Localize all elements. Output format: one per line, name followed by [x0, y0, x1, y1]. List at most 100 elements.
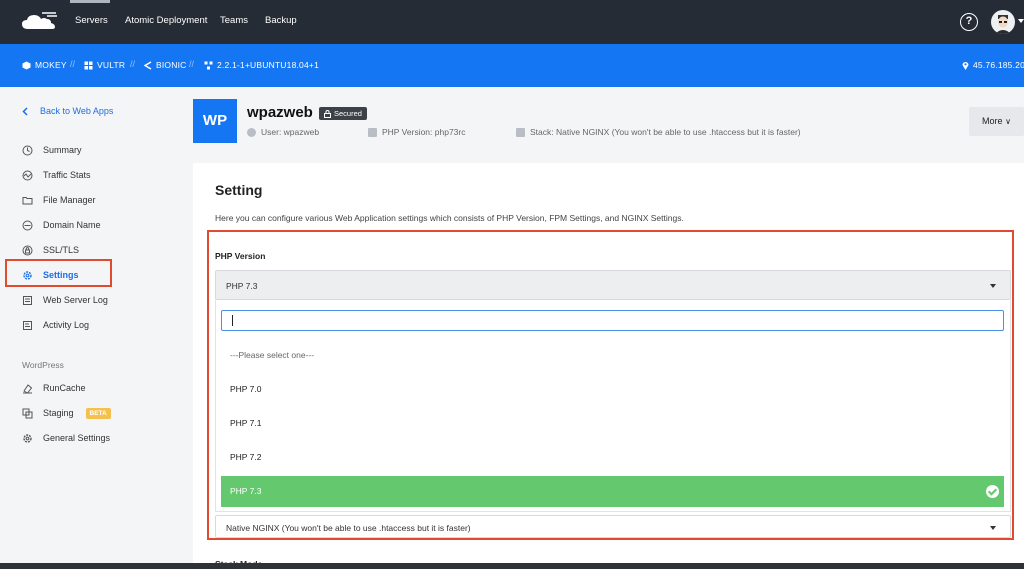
sidebar-item-label: Settings	[43, 270, 79, 280]
secured-label: Secured	[334, 109, 362, 118]
page-title: Setting	[215, 182, 263, 198]
cache-icon	[23, 383, 33, 394]
log-icon	[23, 295, 32, 305]
dropdown-option-label: PHP 7.3	[230, 486, 262, 496]
active-nav-indicator	[70, 0, 110, 3]
lock-icon	[22, 245, 33, 255]
php-version-label: PHP Version	[215, 251, 266, 261]
sidebar-item-domain-name[interactable]: Domain Name	[22, 218, 101, 232]
app-php-label: PHP Version: php73rc	[382, 127, 466, 137]
chevron-down-icon[interactable]	[1018, 19, 1024, 23]
sidebar-item-label: General Settings	[43, 433, 111, 443]
sidebar-item-traffic-stats[interactable]: Traffic Stats	[22, 168, 91, 182]
activity-icon	[23, 320, 32, 330]
domain-icon	[22, 220, 33, 230]
secured-badge: Secured	[319, 107, 367, 120]
provider-name[interactable]: VULTR	[84, 60, 125, 70]
check-icon	[986, 485, 999, 498]
sidebar-item-label: Activity Log	[43, 320, 90, 330]
chevron-down-icon	[990, 284, 996, 288]
user-icon	[247, 127, 256, 137]
back-to-web-apps-link[interactable]: Back to Web Apps	[22, 106, 113, 116]
sidebar-item-label: RunCache	[43, 383, 86, 393]
app-name: wpazweb	[247, 104, 313, 121]
summary-icon	[22, 145, 33, 155]
sidebar-item-label: File Manager	[43, 195, 96, 205]
server-ip[interactable]: 45.76.185.20	[962, 60, 1024, 70]
back-link-label: Back to Web Apps	[40, 106, 114, 116]
os-icon	[144, 60, 152, 70]
sidebar-item-label: Summary	[43, 145, 82, 155]
php-version-dropdown: ---Please select one--- PHP 7.0 PHP 7.1 …	[215, 300, 1011, 512]
sidebar-item-label: SSL/TLS	[43, 245, 80, 255]
server-info-bar: MOKEY // VULTR // BIONIC // 2.2.1-1+UBUN…	[0, 44, 1024, 87]
stack-icon	[516, 127, 525, 137]
help-icon[interactable]: ?	[960, 13, 978, 31]
sidebar-item-summary[interactable]: Summary	[22, 143, 82, 157]
wordpress-section-heading: WordPress	[22, 360, 64, 370]
folder-icon	[22, 196, 33, 204]
sidebar-item-file-manager[interactable]: File Manager	[22, 193, 96, 207]
sidebar-item-web-server-log[interactable]: Web Server Log	[22, 293, 108, 307]
grid-icon	[84, 61, 93, 69]
more-button[interactable]: More ∨	[969, 107, 1024, 136]
user-avatar[interactable]	[991, 10, 1015, 34]
gear-icon	[23, 433, 32, 443]
provider-label: VULTR	[97, 60, 126, 70]
sidebar-item-general-settings[interactable]: General Settings	[22, 431, 110, 445]
php-version-select[interactable]: PHP 7.3	[215, 270, 1011, 300]
separator: //	[70, 59, 76, 69]
dropdown-search-input[interactable]	[221, 310, 1004, 331]
os-label: BIONIC	[156, 60, 187, 70]
nav-teams[interactable]: Teams	[220, 15, 248, 26]
cube-icon	[22, 61, 31, 69]
lock-icon	[324, 109, 331, 118]
cloud-logo-icon[interactable]	[20, 12, 58, 32]
dropdown-option-php72[interactable]: PHP 7.2	[221, 442, 1004, 473]
sidebar-item-runcache[interactable]: RunCache	[22, 381, 86, 395]
dropdown-option-php71[interactable]: PHP 7.1	[221, 408, 1004, 439]
nav-atomic-deployment[interactable]: Atomic Deployment	[125, 15, 207, 26]
sidebar-item-settings[interactable]: Settings	[22, 268, 79, 282]
php-version-selected-value: PHP 7.3	[226, 281, 258, 291]
server-ip-label: 45.76.185.20	[973, 60, 1024, 70]
sidebar-item-label: Domain Name	[43, 220, 101, 230]
app-php-version: PHP Version: php73rc	[368, 127, 465, 137]
staging-icon	[22, 408, 33, 418]
agent-version-label: 2.2.1-1+UBUNTU18.04+1	[217, 60, 320, 70]
location-pin-icon	[962, 61, 969, 70]
app-stack: Stack: Native NGINX (You won't be able t…	[516, 127, 801, 137]
bottom-strip	[0, 563, 1024, 569]
sidebar-item-label: Traffic Stats	[43, 170, 91, 180]
php-icon	[368, 127, 377, 137]
chevron-down-icon: ∨	[1005, 117, 1011, 126]
dropdown-option-php73[interactable]: PHP 7.3	[221, 476, 1004, 507]
dropdown-option-placeholder[interactable]: ---Please select one---	[221, 340, 1004, 371]
os-name[interactable]: BIONIC	[144, 60, 186, 70]
stack-selected-value: Native NGINX (You won't be able to use .…	[226, 523, 471, 533]
text-cursor	[232, 315, 233, 326]
server-name[interactable]: MOKEY	[22, 60, 67, 70]
sidebar: Back to Web Apps Summary Traffic Stats F…	[0, 87, 193, 569]
chevron-down-icon	[990, 526, 996, 530]
sidebar-item-activity-log[interactable]: Activity Log	[22, 318, 89, 332]
sidebar-item-staging[interactable]: Staging BETA	[22, 406, 111, 420]
nav-servers[interactable]: Servers	[75, 15, 108, 26]
app-user: User: wpazweb	[247, 127, 319, 137]
server-name-label: MOKEY	[35, 60, 67, 70]
top-navbar: Servers Atomic Deployment Teams Backup ?	[0, 0, 1024, 44]
sidebar-item-label: Web Server Log	[43, 295, 108, 305]
app-initials-badge: WP	[193, 99, 237, 143]
dropdown-option-php70[interactable]: PHP 7.0	[221, 374, 1004, 405]
settings-panel: Setting Here you can configure various W…	[193, 163, 1024, 569]
beta-badge: BETA	[85, 407, 111, 419]
stack-select[interactable]: Native NGINX (You won't be able to use .…	[215, 515, 1011, 538]
page-description: Here you can configure various Web Appli…	[215, 213, 684, 223]
separator: //	[189, 59, 195, 69]
more-button-label: More	[982, 116, 1003, 126]
app-stack-label: Stack: Native NGINX (You won't be able t…	[530, 127, 801, 137]
sidebar-item-ssl-tls[interactable]: SSL/TLS	[22, 243, 79, 257]
nav-backup[interactable]: Backup	[265, 15, 297, 26]
agent-version[interactable]: 2.2.1-1+UBUNTU18.04+1	[204, 60, 319, 70]
chevron-left-icon	[22, 106, 28, 116]
